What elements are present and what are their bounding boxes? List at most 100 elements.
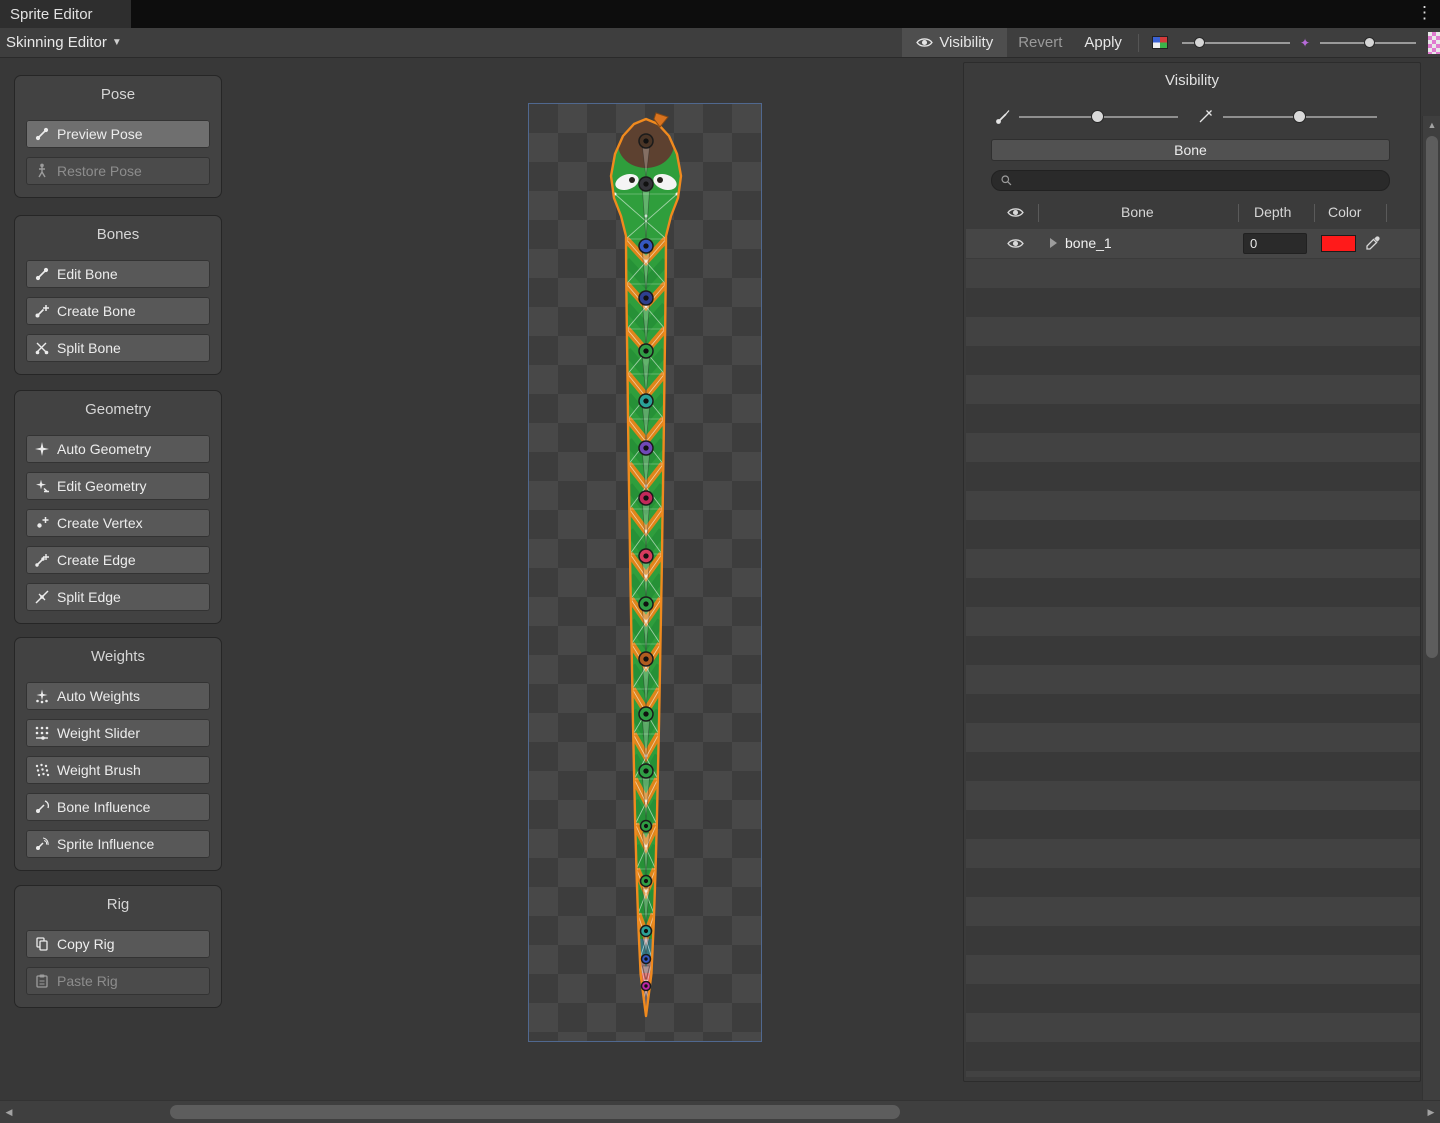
- header-depth-label: Depth: [1254, 204, 1291, 220]
- button-label: Auto Geometry: [57, 441, 151, 457]
- split-edge-button[interactable]: Split Edge: [26, 583, 210, 611]
- bone-influence-button[interactable]: Bone Influence: [26, 793, 210, 821]
- search-icon: [1000, 174, 1013, 187]
- row-eye-icon[interactable]: [1007, 235, 1024, 252]
- restore-pose-icon: [34, 163, 50, 179]
- geometry-group: Geometry Auto Geometry Edit Geometry Cre…: [14, 390, 222, 624]
- header-divider: [1038, 204, 1039, 222]
- eyedropper-icon[interactable]: [1364, 234, 1382, 252]
- mesh-opacity-knob[interactable]: [1293, 110, 1306, 123]
- vertical-scrollbar-thumb[interactable]: [1426, 136, 1438, 658]
- horizontal-scrollbar[interactable]: ◀ ▶: [0, 1100, 1440, 1123]
- disclosure-triangle-icon[interactable]: [1050, 238, 1057, 248]
- sprite-editor-window: Sprite Editor ⋮ Skinning Editor ▼ Visibi…: [0, 0, 1440, 1123]
- paste-rig-button[interactable]: Paste Rig: [26, 967, 210, 995]
- button-label: Create Vertex: [57, 515, 143, 531]
- revert-button[interactable]: Revert: [1007, 34, 1073, 51]
- button-label: Split Edge: [57, 589, 121, 605]
- button-label: Create Edge: [57, 552, 136, 568]
- visibility-toggle-button[interactable]: Visibility: [902, 28, 1007, 57]
- workspace: Pose Preview Pose Restore Pose Bones Edi…: [0, 58, 1440, 1100]
- sprite-canvas[interactable]: [528, 103, 762, 1042]
- overflow-menu-icon[interactable]: ⋮: [1416, 3, 1432, 23]
- eye-icon: [916, 34, 933, 51]
- bone-tab-label: Bone: [1174, 142, 1207, 158]
- edit-bone-button[interactable]: Edit Bone: [26, 260, 210, 288]
- horizontal-scrollbar-thumb[interactable]: [170, 1105, 900, 1119]
- slider-knob[interactable]: [1364, 37, 1375, 48]
- weight-brush-icon: [34, 762, 50, 778]
- bones-group: Bones Edit Bone Create Bone Split Bone: [14, 215, 222, 375]
- slider-knob[interactable]: [1194, 37, 1205, 48]
- apply-button[interactable]: Apply: [1073, 34, 1133, 51]
- auto-weights-button[interactable]: Auto Weights: [26, 682, 210, 710]
- mesh-opacity-icon: [1196, 108, 1214, 126]
- geometry-group-title: Geometry: [26, 401, 210, 418]
- checker-swatch-icon[interactable]: [1428, 32, 1440, 54]
- header-eye-icon[interactable]: [1007, 204, 1024, 221]
- header-bone-label: Bone: [1121, 204, 1154, 220]
- bone-name: bone_1: [1065, 235, 1112, 251]
- button-label: Copy Rig: [57, 936, 115, 952]
- rig-group-title: Rig: [26, 896, 210, 913]
- vertical-scrollbar[interactable]: ▲ ▼: [1422, 116, 1440, 1123]
- search-input[interactable]: [1018, 173, 1381, 188]
- visibility-panel: Visibility Bone: [963, 62, 1421, 1082]
- bone-search-field[interactable]: [991, 170, 1390, 191]
- bones-group-title: Bones: [26, 226, 210, 243]
- button-label: Bone Influence: [57, 799, 150, 815]
- edit-bone-icon: [34, 266, 50, 282]
- bone-table-header: Bone Depth Color: [966, 201, 1420, 226]
- bone-color-swatch[interactable]: [1321, 235, 1356, 252]
- weight-slider-button[interactable]: Weight Slider: [26, 719, 210, 747]
- scroll-right-arrow[interactable]: ▶: [1422, 1103, 1440, 1121]
- sprite-editor-tab[interactable]: Sprite Editor: [0, 0, 131, 28]
- button-label: Preview Pose: [57, 126, 143, 142]
- rgb-grid-icon[interactable]: [1152, 36, 1168, 49]
- create-vertex-button[interactable]: Create Vertex: [26, 509, 210, 537]
- preview-pose-button[interactable]: Preview Pose: [26, 120, 210, 148]
- bone-opacity-icon: [994, 108, 1012, 126]
- bone-table-row[interactable]: bone_1: [966, 229, 1420, 258]
- create-vertex-icon: [34, 515, 50, 531]
- bone-opacity-knob[interactable]: [1091, 110, 1104, 123]
- sprite-editor-tab-label: Sprite Editor: [10, 6, 93, 23]
- chevron-down-icon: ▼: [112, 37, 122, 48]
- brightness-slider[interactable]: [1182, 36, 1290, 50]
- button-label: Sprite Influence: [57, 836, 154, 852]
- depth-input[interactable]: [1243, 233, 1307, 254]
- restore-pose-button[interactable]: Restore Pose: [26, 157, 210, 185]
- skinning-toolbar: Skinning Editor ▼ Visibility Revert Appl…: [0, 28, 1440, 58]
- editor-mode-dropdown[interactable]: Skinning Editor ▼: [0, 28, 132, 57]
- create-edge-button[interactable]: Create Edge: [26, 546, 210, 574]
- button-label: Weight Brush: [57, 762, 141, 778]
- alpha-slider[interactable]: [1320, 36, 1416, 50]
- weight-brush-button[interactable]: Weight Brush: [26, 756, 210, 784]
- bone-influence-icon: [34, 799, 50, 815]
- split-bone-button[interactable]: Split Bone: [26, 334, 210, 362]
- button-label: Edit Geometry: [57, 478, 146, 494]
- split-bone-icon: [34, 340, 50, 356]
- sprite-influence-button[interactable]: Sprite Influence: [26, 830, 210, 858]
- auto-geometry-button[interactable]: Auto Geometry: [26, 435, 210, 463]
- edit-geometry-icon: [34, 478, 50, 494]
- edit-geometry-button[interactable]: Edit Geometry: [26, 472, 210, 500]
- button-label: Weight Slider: [57, 725, 140, 741]
- weights-group-title: Weights: [26, 648, 210, 665]
- copy-rig-button[interactable]: Copy Rig: [26, 930, 210, 958]
- visibility-button-label: Visibility: [939, 34, 993, 51]
- pose-group: Pose Preview Pose Restore Pose: [14, 75, 222, 198]
- split-edge-icon: [34, 589, 50, 605]
- create-bone-button[interactable]: Create Bone: [26, 297, 210, 325]
- sprite-tint-icon[interactable]: ✦: [1300, 36, 1310, 50]
- button-label: Paste Rig: [57, 973, 118, 989]
- header-divider: [1386, 204, 1387, 222]
- bone-tab[interactable]: Bone: [991, 139, 1390, 161]
- auto-geometry-icon: [34, 441, 50, 457]
- paste-rig-icon: [34, 973, 50, 989]
- scroll-up-arrow[interactable]: ▲: [1423, 116, 1440, 134]
- title-bar: Sprite Editor ⋮: [0, 0, 1440, 28]
- sprite-influence-icon: [34, 836, 50, 852]
- scroll-left-arrow[interactable]: ◀: [0, 1103, 18, 1121]
- opacity-sliders-row: [964, 106, 1422, 128]
